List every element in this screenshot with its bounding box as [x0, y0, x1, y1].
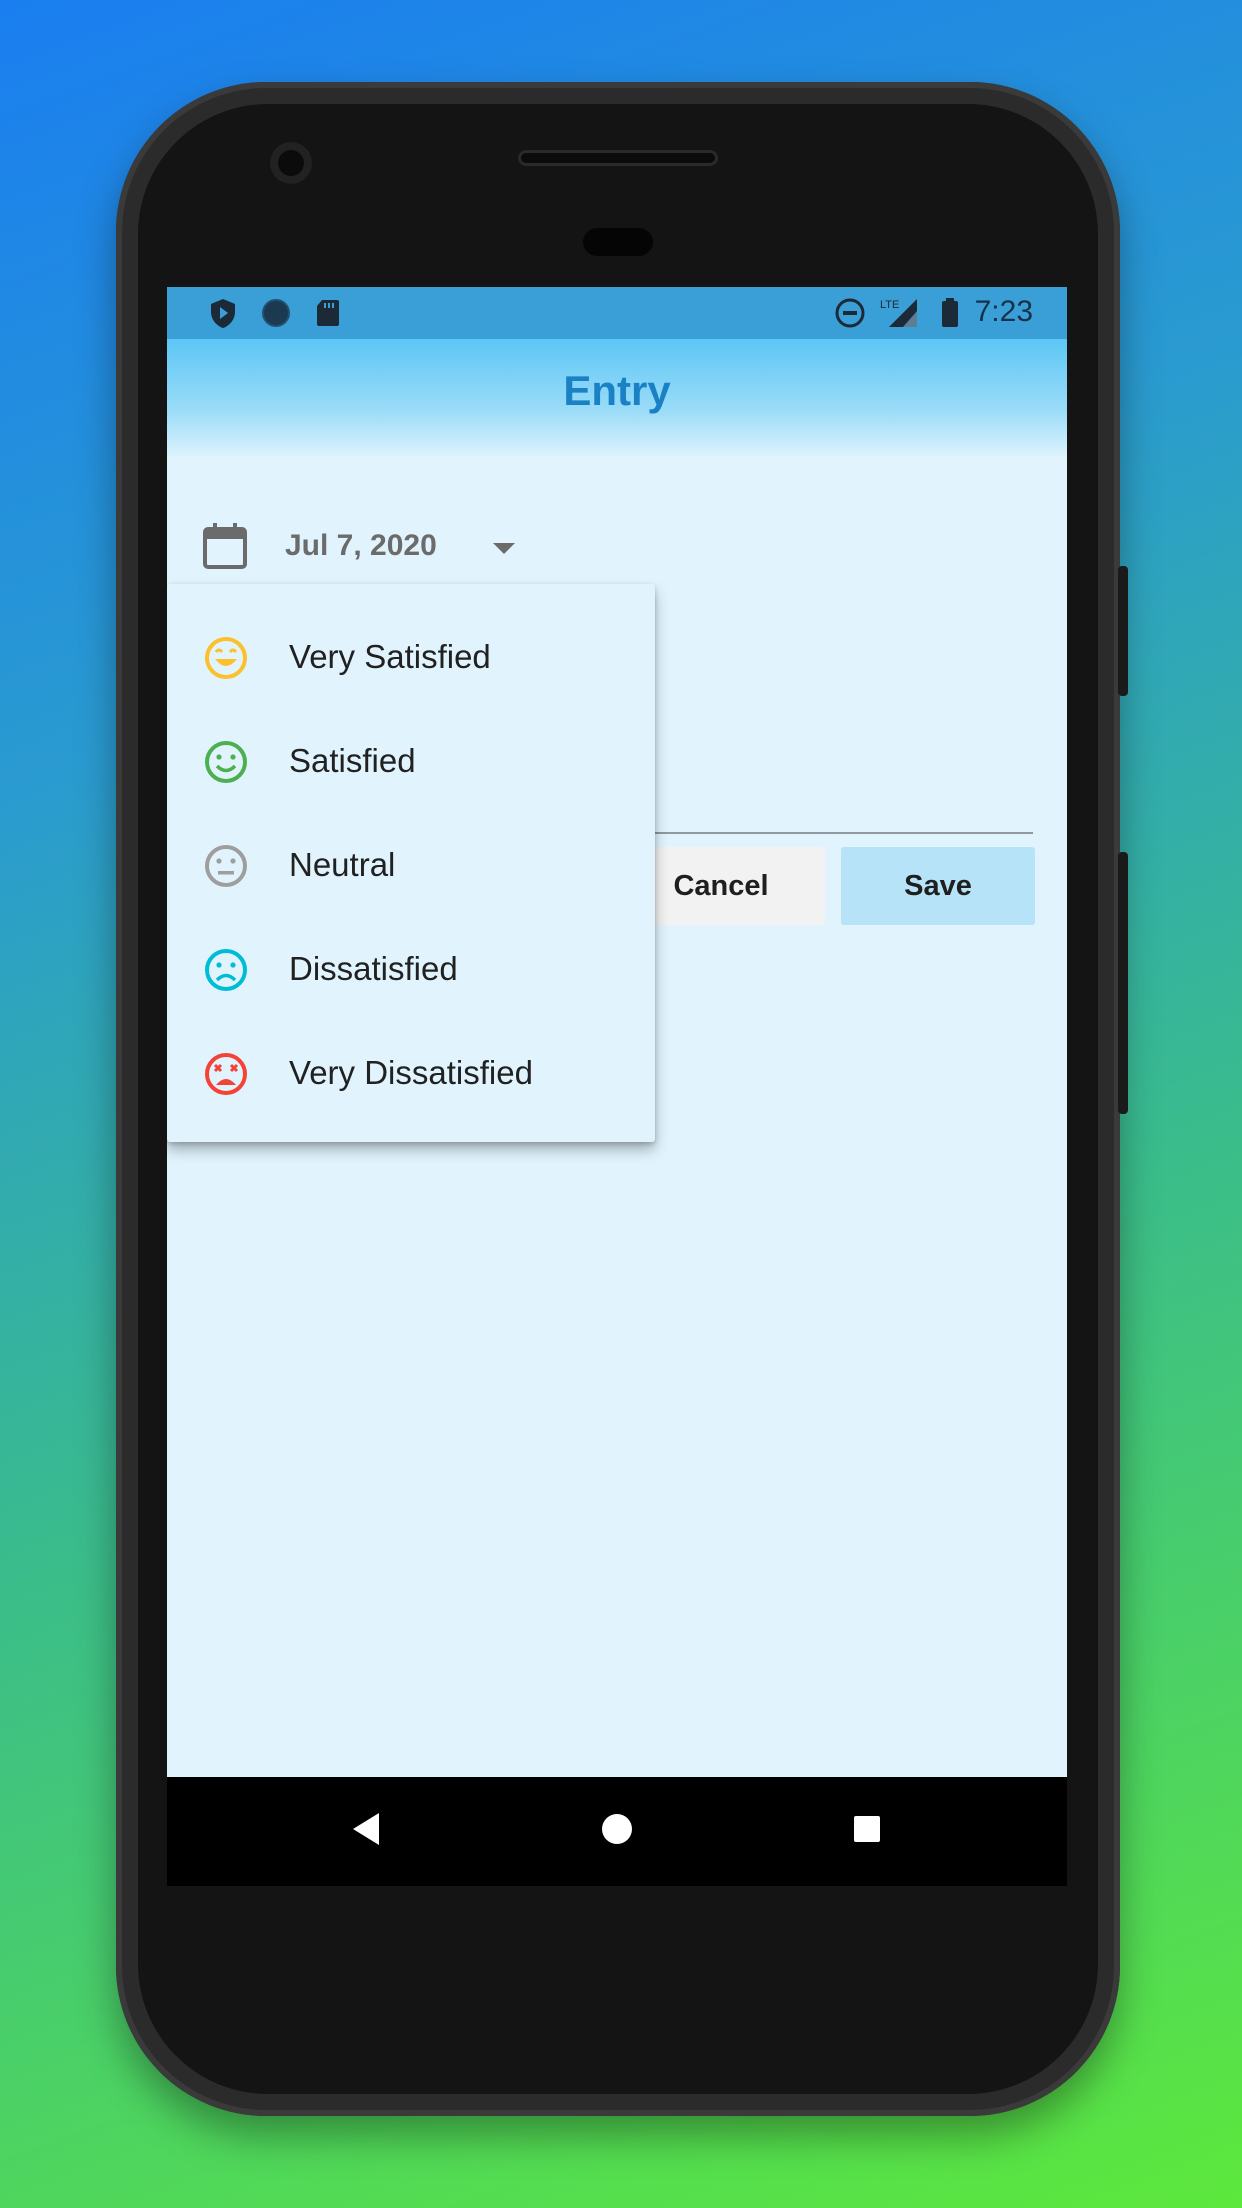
mood-option-very-satisfied[interactable]: Very Satisfied	[167, 604, 655, 708]
proximity-sensor	[583, 228, 653, 256]
mood-option-label: Neutral	[289, 846, 396, 883]
mood-option-label: Very Dissatisfied	[289, 1054, 533, 1091]
mood-option-label: Dissatisfied	[289, 950, 458, 987]
satisfied-icon	[205, 741, 247, 783]
mood-option-neutral[interactable]: Neutral	[167, 812, 655, 916]
lte-label: LTE	[880, 299, 899, 311]
earpiece-speaker	[518, 150, 718, 166]
mood-option-satisfied[interactable]: Satisfied	[167, 708, 655, 812]
back-icon[interactable]	[351, 1812, 381, 1846]
sync-circle-icon	[262, 299, 290, 327]
front-camera	[270, 142, 312, 184]
mood-option-label: Very Satisfied	[289, 638, 491, 675]
battery-icon	[942, 298, 958, 327]
lte-signal-icon: LTE	[880, 299, 917, 327]
app-screen: LTE 7:23 Entry Jul 7, 2020 Cancel Save V…	[167, 287, 1067, 1777]
calendar-icon	[203, 523, 247, 569]
page-title: Entry	[563, 367, 671, 414]
save-button[interactable]: Save	[841, 847, 1035, 925]
recents-icon[interactable]	[853, 1815, 881, 1843]
volume-button	[1118, 852, 1128, 1114]
clock: 7:23	[974, 295, 1033, 328]
very-dissatisfied-icon	[205, 1053, 247, 1095]
app-bar: Entry	[167, 339, 1067, 459]
very-satisfied-icon	[205, 637, 247, 679]
mood-dropdown-menu: Very Satisfied Satisfied Neutral Dissati…	[167, 584, 655, 1142]
sd-card-icon	[317, 300, 339, 326]
dissatisfied-icon	[205, 949, 247, 991]
chevron-down-icon	[493, 543, 515, 554]
mood-option-label: Satisfied	[289, 742, 416, 779]
home-icon[interactable]	[601, 1813, 633, 1845]
do-not-disturb-icon	[835, 298, 865, 328]
system-nav-bar	[167, 1776, 1067, 1886]
power-button	[1118, 566, 1128, 696]
neutral-icon	[205, 845, 247, 887]
date-value: Jul 7, 2020	[285, 529, 437, 562]
mood-option-very-dissatisfied[interactable]: Very Dissatisfied	[167, 1020, 655, 1124]
status-bar: LTE 7:23	[167, 287, 1067, 339]
play-protect-icon	[211, 299, 235, 328]
mood-option-dissatisfied[interactable]: Dissatisfied	[167, 916, 655, 1020]
